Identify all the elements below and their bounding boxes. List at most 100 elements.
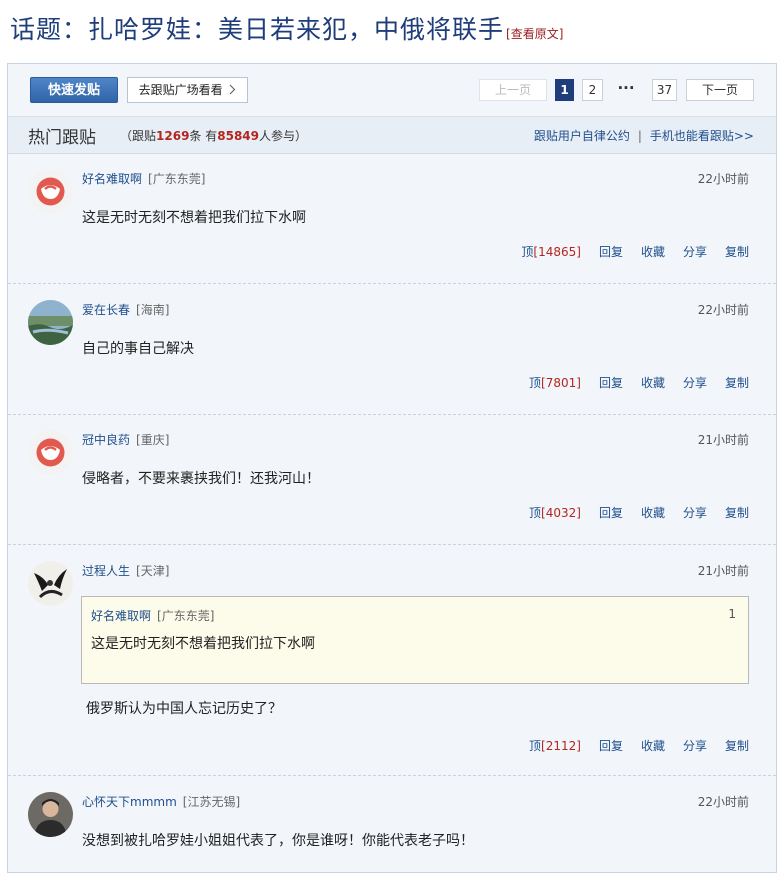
comment-actions: 顶[4032] 回复 收藏 分享 复制 [511,504,749,521]
quoted-username[interactable]: 好名难取啊 [91,609,151,623]
quoted-floor-number: 1 [728,607,736,621]
quoted-location: [广东东莞] [157,609,215,623]
hot-comments-header: 热门跟贴 （跟贴1269条 有85849人参与） 跟贴用户自律公约 | 手机也能看跟… [8,117,776,154]
next-page-button[interactable]: 下一页 [686,79,754,101]
upvote-button[interactable]: 顶[7801] [529,376,581,390]
avatar[interactable] [28,561,73,606]
upvote-count: [2112] [541,739,581,753]
landscape-photo-avatar-icon [28,300,73,345]
favorite-button[interactable]: 收藏 [641,739,665,753]
comment-actions: 顶[2112] 回复 收藏 分享 复制 [511,737,749,754]
copy-button[interactable]: 复制 [725,376,749,390]
comment-user[interactable]: 冠中良药 [重庆] [82,431,169,448]
favorite-button[interactable]: 收藏 [641,506,665,520]
comment-username[interactable]: 心怀天下mmmm [82,795,177,809]
upvote-button[interactable]: 顶[2112] [529,739,581,753]
avatar[interactable] [28,300,73,345]
prev-page-button[interactable]: 上一页 [479,79,547,101]
stats-prefix: （跟贴 [120,129,157,143]
upvote-count: [14865] [533,245,581,259]
favorite-button[interactable]: 收藏 [641,245,665,259]
comment-actions: 顶[14865] 回复 收藏 分享 复制 [503,243,749,260]
page-1-button[interactable]: 1 [555,79,574,101]
comment-username[interactable]: 冠中良药 [82,433,130,447]
share-button[interactable]: 分享 [683,739,707,753]
stats-mid: 条 有 [189,129,218,143]
stats-suffix: 人参与） [259,129,308,143]
comment-user[interactable]: 过程人生 [天津] [82,562,169,579]
comment-time: 22小时前 [697,795,749,809]
comment-location: [天津] [136,564,170,578]
comment-item: 冠中良药 [重庆] 21小时前 侵略者，不要来裹挟我们！还我河山！ 顶[4032]… [8,415,776,545]
comment-user[interactable]: 心怀天下mmmm [江苏无锡] [82,793,240,810]
upvote-button[interactable]: 顶[14865] [521,245,581,259]
quick-post-button[interactable]: 快速发贴 [30,77,118,103]
share-button[interactable]: 分享 [683,506,707,520]
reply-button[interactable]: 回复 [599,245,623,259]
upvote-label: 顶 [521,245,534,259]
comment-plaza-button[interactable]: 去跟贴广场看看 [127,77,248,103]
avatar[interactable] [28,169,73,214]
comment-username[interactable]: 过程人生 [82,564,130,578]
copy-button[interactable]: 复制 [725,245,749,259]
comment-time: 22小时前 [697,303,749,317]
quoted-comment: 好名难取啊 [广东东莞] 1 这是无时无刻不想着把我们拉下水啊 [81,596,749,684]
reply-button[interactable]: 回复 [599,506,623,520]
avatar[interactable] [28,430,73,475]
share-button[interactable]: 分享 [683,376,707,390]
mobile-link[interactable]: 手机也能看跟贴>> [650,129,754,143]
comment-text: 自己的事自己解决 [82,341,194,357]
avatar[interactable] [28,792,73,837]
comment-location: [江苏无锡] [182,795,241,809]
comments-panel: 快速发贴 去跟贴广场看看 上一页 1 2 ··· 37 下一页 热门跟贴 （跟贴… [7,63,777,873]
comment-user[interactable]: 好名难取啊 [广东东莞] [82,170,205,187]
comment-location: [广东东莞] [148,172,206,186]
last-page-button[interactable]: 37 [652,79,677,101]
netease-default-avatar-icon [28,169,73,214]
favorite-button[interactable]: 收藏 [641,376,665,390]
comment-text: 这是无时无刻不想着把我们拉下水啊 [82,210,306,226]
upvote-label: 顶 [529,376,542,390]
comment-time: 22小时前 [697,172,749,186]
upvote-button[interactable]: 顶[4032] [529,506,581,520]
reply-button[interactable]: 回复 [599,376,623,390]
ink-art-avatar-icon [28,561,73,606]
reply-button[interactable]: 回复 [599,739,623,753]
header-links: 跟贴用户自律公约 | 手机也能看跟贴>> [534,127,754,144]
hot-comments-title: 热门跟贴 [28,128,96,148]
share-button[interactable]: 分享 [683,245,707,259]
quoted-user[interactable]: 好名难取啊 [广东东莞] [91,607,214,624]
comment-item: 过程人生 [天津] 21小时前 好名难取啊 [广东东莞] 1 这是无时无刻不想着把我… [8,546,776,776]
topic-title: 话题：扎哈罗娃：美日若来犯，中俄将联手 [10,15,505,44]
comment-time: 21小时前 [697,433,749,447]
person-photo-avatar-icon [28,792,73,837]
netease-default-avatar-icon [28,430,73,475]
comment-username[interactable]: 爱在长春 [82,303,130,317]
chevron-right-icon [229,84,236,95]
comment-location: [海南] [136,303,170,317]
comment-plaza-label: 去跟贴广场看看 [138,83,223,97]
comment-text: 俄罗斯认为中国人忘记历史了？ [86,701,282,717]
participant-count: 85849 [217,129,259,143]
copy-button[interactable]: 复制 [725,506,749,520]
link-separator: | [637,129,642,143]
page-2-button[interactable]: 2 [582,79,603,101]
quoted-text: 这是无时无刻不想着把我们拉下水啊 [91,636,315,652]
comment-actions: 顶[7801] 回复 收藏 分享 复制 [511,374,749,391]
copy-button[interactable]: 复制 [725,739,749,753]
upvote-count: [4032] [541,506,581,520]
comment-location: [重庆] [136,433,170,447]
upvote-count: [7801] [541,376,581,390]
upvote-label: 顶 [529,739,542,753]
upvote-label: 顶 [529,506,542,520]
comment-item: 爱在长春 [海南] 22小时前 自己的事自己解决 顶[7801] 回复 收藏 分享 复制 [8,285,776,415]
comment-username[interactable]: 好名难取啊 [82,172,142,186]
comment-stats: （跟贴1269条 有85849人参与） [120,127,307,144]
topic-header: 话题：扎哈罗娃：美日若来犯，中俄将联手 [查看原文] [10,10,563,50]
rules-link[interactable]: 跟贴用户自律公约 [534,129,630,143]
comment-user[interactable]: 爱在长春 [海南] [82,301,169,318]
comments-toolbar: 快速发贴 去跟贴广场看看 上一页 1 2 ··· 37 下一页 [8,64,776,117]
pagination-ellipsis: ··· [617,79,635,97]
view-original-link[interactable]: [查看原文] [506,27,563,41]
comment-item: 心怀天下mmmm [江苏无锡] 22小时前 没想到被扎哈罗娃小姐姐代表了，你是谁呀… [8,777,776,872]
